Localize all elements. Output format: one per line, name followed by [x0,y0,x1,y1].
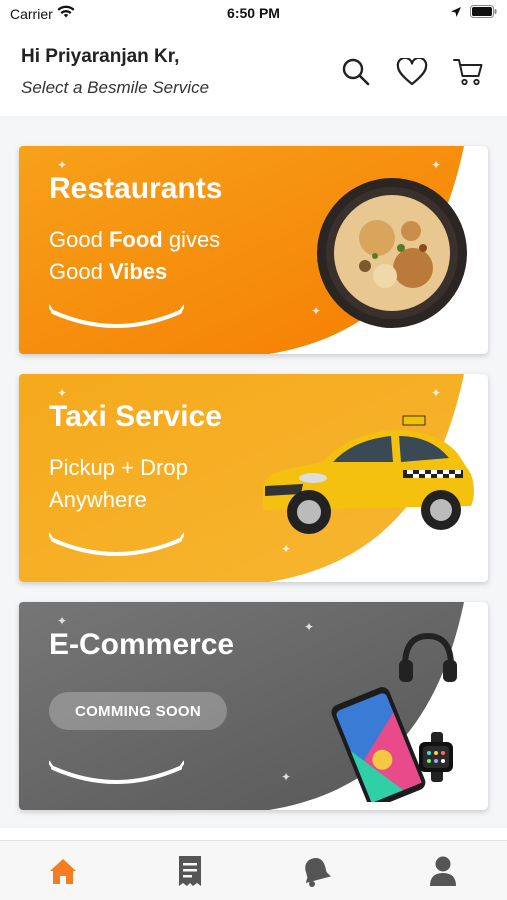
tab-home[interactable] [45,853,81,889]
tab-bar [0,840,507,900]
services-list: ✦ ✦ ✦ Restaurants Good Food gives Good V… [0,116,507,828]
header: Hi Priyaranjan Kr, Select a Besmile Serv… [0,28,507,116]
search-icon[interactable] [338,54,374,90]
orders-icon [179,856,201,886]
profile-icon [430,856,456,886]
taxi-service-title: Taxi Service [49,400,222,433]
e-commerce-card[interactable]: ✦ ✦ ✦ E-Commerce COMMING SOON [19,602,488,810]
gadgets-image [331,632,457,802]
notifications-icon [305,858,331,887]
smile-logo-icon [49,532,184,556]
sparkle-icon: ✦ [57,158,68,172]
tab-notifications[interactable] [298,853,334,889]
status-time: 6:50 PM [227,5,280,21]
tab-orders[interactable] [172,853,208,889]
subtitle-text: Select a Besmile Service [21,78,210,97]
smartwatch-icon [419,732,453,782]
greeting-text: Hi Priyaranjan Kr, [21,46,180,67]
restaurants-title: Restaurants [49,172,223,205]
yellow-taxi-car-image [262,415,474,534]
smile-logo-icon [49,760,184,784]
sparkle-icon: ✦ [57,614,68,628]
cart-icon[interactable] [450,54,486,90]
sparkle-icon: ✦ [431,386,442,400]
sparkle-icon: ✦ [281,770,292,784]
smartphone-icon [331,687,426,802]
home-icon [50,859,76,884]
sparkle-icon: ✦ [281,542,292,556]
e-commerce-title: E-Commerce [49,628,235,661]
heart-icon[interactable] [394,54,430,90]
restaurants-card[interactable]: ✦ ✦ ✦ Restaurants Good Food gives Good V… [19,146,488,354]
location-arrow-icon [450,5,462,21]
headphones-icon [399,632,457,682]
tab-profile[interactable] [425,853,461,889]
battery-icon [470,5,497,21]
sparkle-icon: ✦ [431,158,442,172]
coming-soon-badge: COMMING SOON [49,692,227,730]
smile-logo-icon [49,304,184,328]
taxi-service-card[interactable]: ✦ ✦ ✦ Taxi Service Pickup + Drop Anywher… [19,374,488,582]
restaurants-tagline: Good Food gives Good Vibes [49,227,221,284]
status-bar: Carrier 6:50 PM [0,0,507,28]
taxi-service-tagline: Pickup + Drop Anywhere [49,455,188,512]
sparkle-icon: ✦ [57,386,68,400]
biryani-plate-image [317,178,467,328]
